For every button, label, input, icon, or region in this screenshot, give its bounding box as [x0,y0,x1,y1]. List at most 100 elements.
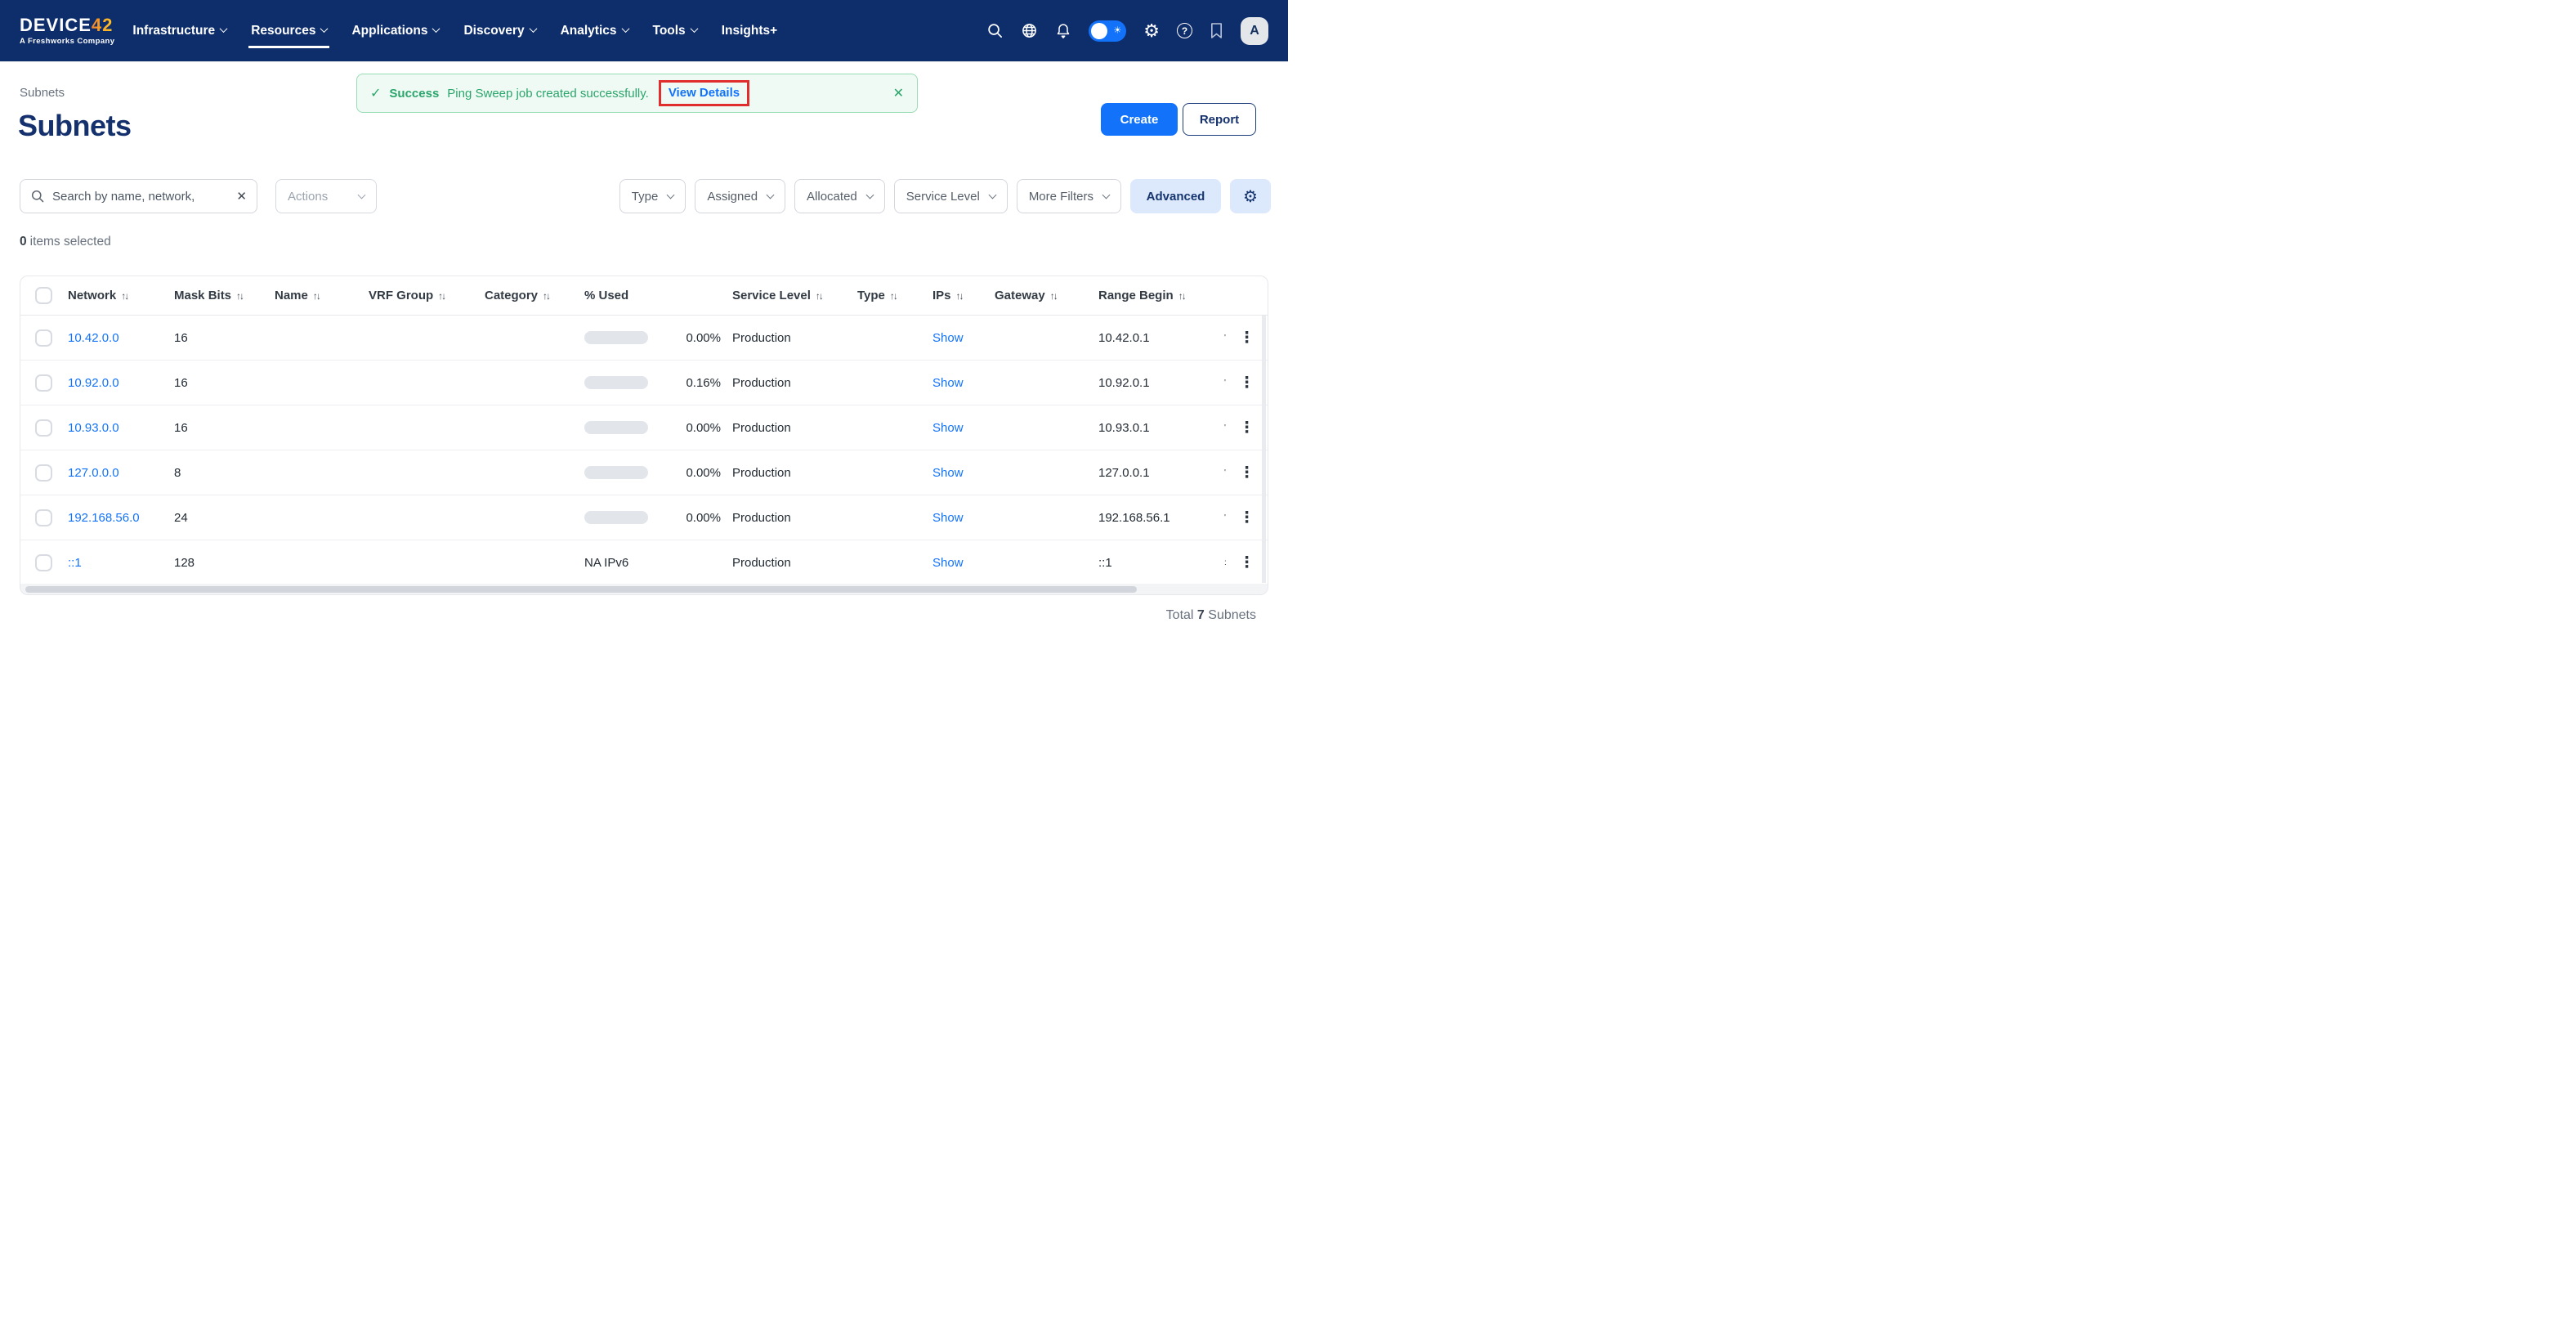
nav-menu-item[interactable]: Applications [351,0,439,61]
row-checkbox[interactable] [35,374,52,392]
filter-dropdown[interactable]: Type [619,179,686,213]
bookmark-icon[interactable] [1210,22,1223,39]
toast-close-icon[interactable]: ✕ [893,85,904,101]
nav-menu-item[interactable]: Resources [251,0,327,61]
column-header[interactable]: Gateway ↑↓ [995,289,1098,302]
globe-icon[interactable] [1021,22,1038,39]
table-settings-button[interactable]: ⚙ [1230,179,1271,213]
network-link[interactable]: 127.0.0.0 [68,466,119,480]
kebab-menu-icon[interactable]: ⋮ [1239,555,1254,571]
kebab-menu-icon[interactable]: ⋮ [1239,465,1254,481]
column-header[interactable]: IPs ↑↓ [932,289,995,302]
service-level-cell: Production [732,556,857,570]
search-icon[interactable] [986,22,1004,39]
service-level-cell: Production [732,376,857,390]
sort-arrows-icon[interactable]: ↑↓ [543,290,549,302]
usage-percent-value: 0.00% [648,331,732,345]
network-link[interactable]: ::1 [68,556,82,570]
user-avatar[interactable]: A [1241,17,1268,45]
row-checkbox[interactable] [35,554,52,571]
column-header[interactable]: Category ↑↓ [485,289,584,302]
sort-arrows-icon[interactable]: ↑↓ [438,290,445,302]
nav-menu-item[interactable]: Tools [653,0,697,61]
nav-menu-item[interactable]: Insights+ [722,0,777,61]
create-button[interactable]: Create [1101,103,1178,136]
column-header[interactable]: Type ↑↓ [857,289,932,302]
network-link[interactable]: 10.92.0.0 [68,376,119,390]
sort-arrows-icon[interactable]: ↑↓ [890,290,897,302]
nav-menu-item[interactable]: Infrastructure [132,0,226,61]
show-ips-link[interactable]: Show [932,376,964,390]
kebab-menu-icon[interactable]: ⋮ [1239,510,1254,526]
search-input[interactable] [52,190,229,204]
help-icon[interactable]: ? [1177,23,1192,38]
filter-dropdown[interactable]: Service Level [894,179,1008,213]
sort-arrows-icon[interactable]: ↑↓ [121,290,127,302]
network-link[interactable]: 192.168.56.0 [68,511,140,525]
sort-arrows-icon[interactable]: ↑↓ [236,290,243,302]
view-details-link[interactable]: View Details [669,86,740,100]
column-header[interactable]: Service Level ↑↓ [732,289,857,302]
show-ips-link[interactable]: Show [932,421,964,435]
row-checkbox[interactable] [35,329,52,347]
device42-logo[interactable]: DEVICE42 A Freshworks Company [20,16,114,46]
nav-menu-item[interactable]: Analytics [561,0,628,61]
show-ips-link[interactable]: Show [932,466,964,480]
kebab-menu-icon[interactable]: ⋮ [1239,330,1254,346]
column-header[interactable]: Mask Bits ↑↓ [174,289,275,302]
horizontal-scrollbar[interactable] [20,584,1268,594]
sort-arrows-icon[interactable]: ↑↓ [1050,290,1057,302]
show-ips-link[interactable]: Show [932,556,964,570]
kebab-menu-icon[interactable]: ⋮ [1239,375,1254,391]
search-box[interactable]: ✕ [20,179,257,213]
report-button[interactable]: Report [1183,103,1256,136]
notifications-bell-icon[interactable] [1055,22,1071,40]
kebab-menu-icon[interactable]: ⋮ [1239,420,1254,436]
sort-arrows-icon[interactable]: ↑↓ [956,290,963,302]
theme-toggle[interactable]: ☀ [1089,20,1126,42]
network-link[interactable]: 10.42.0.0 [68,331,119,345]
sort-arrows-icon[interactable]: ↑↓ [816,290,822,302]
percent-used-cell: 0.00% [584,331,732,345]
select-all-checkbox[interactable] [35,287,52,304]
settings-gear-icon[interactable]: ⚙ [1143,22,1160,40]
pinned-column-strip [1262,316,1266,583]
column-header[interactable]: Network ↑↓ [68,289,174,302]
filter-dropdown[interactable]: Assigned [695,179,785,213]
horizontal-scrollbar-thumb[interactable] [25,586,1137,593]
show-ips-link[interactable]: Show [932,511,964,525]
percent-used-cell: 0.00% [584,421,732,435]
column-header[interactable]: VRF Group ↑↓ [369,289,485,302]
ips-cell: Show [932,421,995,435]
row-checkbox[interactable] [35,464,52,482]
network-link[interactable]: 10.93.0.0 [68,421,119,435]
main-menu: Infrastructure Resources Applications Di… [132,0,777,61]
column-header-label: Network [68,289,116,302]
row-checkbox[interactable] [35,419,52,437]
filter-dropdown[interactable]: Allocated [794,179,885,213]
table-row: 192.168.56.0 24 0.00% Production Show 19… [20,495,1268,540]
subnets-page: DEVICE42 A Freshworks Company Infrastruc… [0,0,1288,663]
row-checkbox[interactable] [35,509,52,526]
column-header[interactable]: Range Begin ↑↓ [1098,289,1224,302]
show-ips-link[interactable]: Show [932,331,964,345]
column-header[interactable]: Name ↑↓ [275,289,369,302]
search-clear-icon[interactable]: ✕ [236,189,247,204]
range-begin-cell: ::1 [1098,556,1224,570]
advanced-button[interactable]: Advanced [1130,179,1221,213]
nav-menu-item[interactable]: Discovery [463,0,535,61]
range-begin-cell: 10.93.0.1 [1098,421,1224,435]
actions-dropdown-label: Actions [288,190,328,204]
actions-dropdown[interactable]: Actions [275,179,377,213]
usage-percent-value: NA IPv6 [584,556,732,570]
chevron-down-icon [767,190,775,199]
column-header[interactable]: % Used ↑↓ [584,289,732,302]
row-checkbox-cell [20,329,68,347]
breadcrumb[interactable]: Subnets [20,86,65,100]
sort-arrows-icon[interactable]: ↑↓ [1178,290,1185,302]
nav-menu-item-label: Infrastructure [132,24,215,38]
chevron-down-icon [358,190,366,199]
sort-arrows-icon[interactable]: ↑↓ [313,290,320,302]
clipped-column-text: ' [1224,513,1232,522]
filter-dropdown[interactable]: More Filters [1017,179,1121,213]
